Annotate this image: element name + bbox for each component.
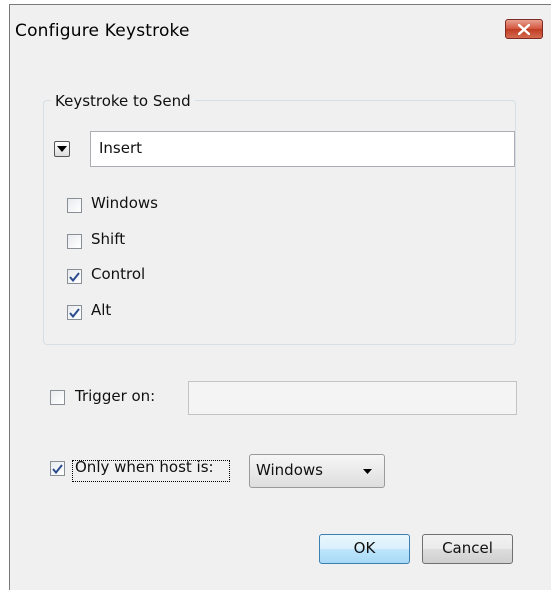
windows-label: Windows bbox=[91, 194, 158, 212]
alt-label: Alt bbox=[91, 301, 112, 319]
cancel-button[interactable]: Cancel bbox=[422, 534, 513, 564]
title-bar[interactable]: Configure Keystroke bbox=[10, 5, 551, 53]
windows-checkbox[interactable] bbox=[67, 198, 82, 213]
key-input[interactable]: Insert bbox=[90, 131, 515, 167]
host-filter-checkbox[interactable] bbox=[50, 461, 65, 476]
trigger-input bbox=[188, 381, 517, 415]
control-checkbox[interactable] bbox=[67, 269, 82, 284]
chevron-down-icon bbox=[363, 469, 372, 474]
close-icon bbox=[518, 23, 530, 35]
trigger-on-label: Trigger on: bbox=[75, 387, 156, 405]
ok-button[interactable]: OK bbox=[319, 534, 410, 564]
dialog-title: Configure Keystroke bbox=[15, 21, 190, 41]
host-filter-label: Only when host is: bbox=[75, 458, 214, 476]
shift-checkbox[interactable] bbox=[67, 234, 82, 249]
close-button[interactable] bbox=[505, 19, 543, 39]
key-dropdown-toggle[interactable] bbox=[54, 141, 70, 157]
configure-keystroke-dialog: Configure Keystroke Keystroke to Send In… bbox=[9, 4, 551, 590]
checkmark-icon bbox=[69, 307, 80, 318]
shift-label: Shift bbox=[91, 230, 126, 248]
control-label: Control bbox=[91, 265, 146, 283]
host-os-select[interactable]: Windows bbox=[249, 454, 385, 488]
checkmark-icon bbox=[52, 463, 63, 474]
trigger-on-checkbox[interactable] bbox=[50, 390, 65, 405]
host-os-value: Windows bbox=[256, 461, 323, 479]
triangle-down-icon bbox=[57, 145, 67, 152]
checkmark-icon bbox=[69, 271, 80, 282]
keystroke-group-legend: Keystroke to Send bbox=[51, 92, 195, 110]
alt-checkbox[interactable] bbox=[67, 305, 82, 320]
